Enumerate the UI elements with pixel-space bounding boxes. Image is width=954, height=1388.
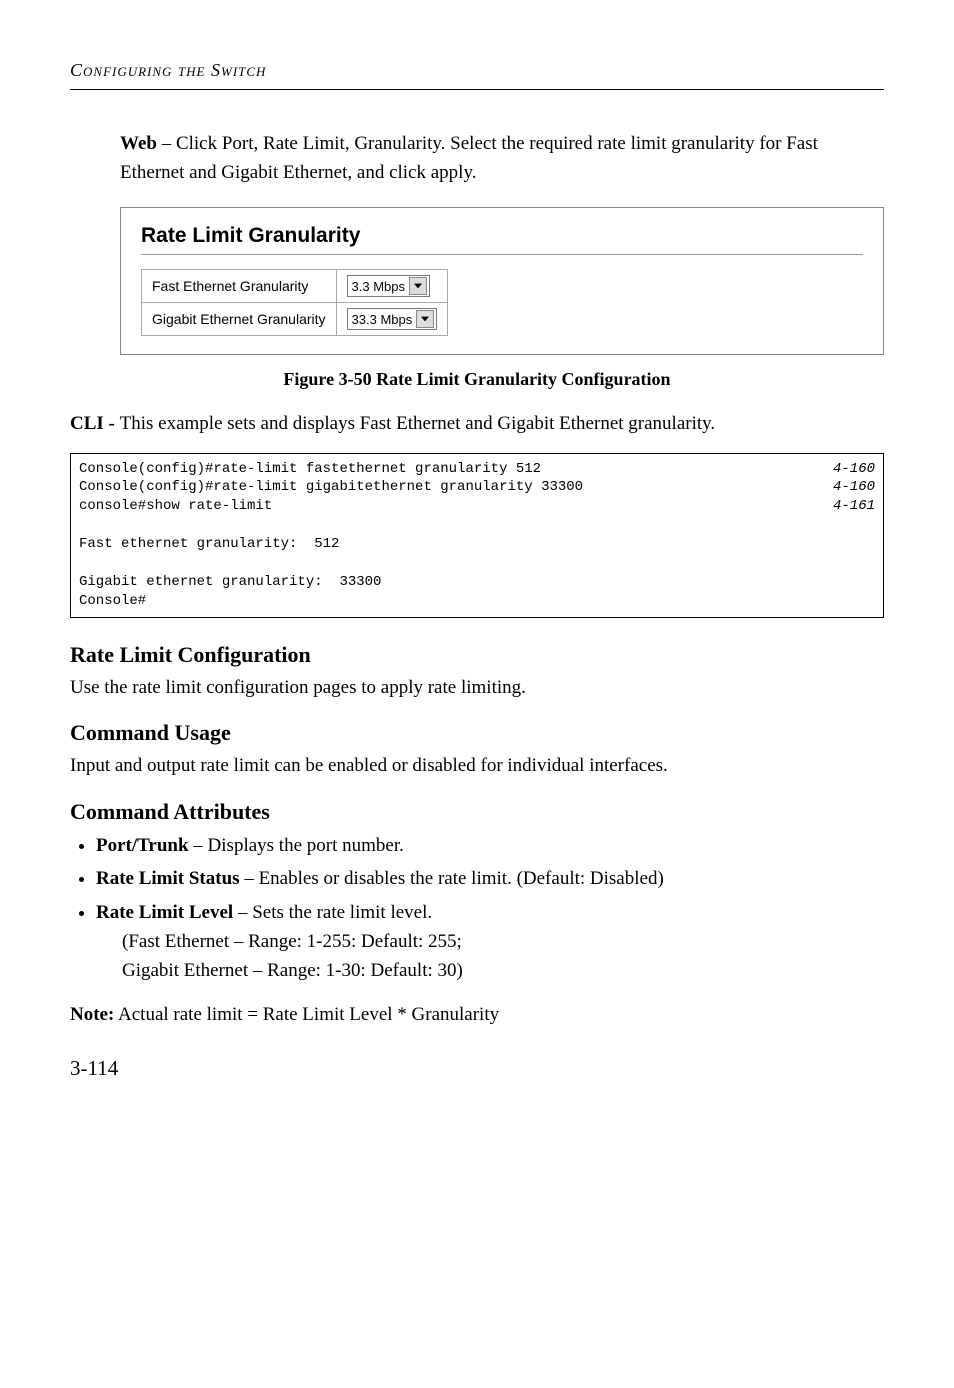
note-line: Note: Actual rate limit = Rate Limit Lev… (70, 1004, 884, 1026)
attr-desc: – Enables or disables the rate limit. (D… (240, 868, 664, 889)
list-item: Port/Trunk – Displays the port number. (96, 831, 884, 860)
attr-term: Rate Limit Level (96, 902, 233, 923)
attr-desc: – Displays the port number. (189, 835, 404, 856)
row-value-cell: 3.3 Mbps (336, 270, 448, 303)
web-label: Web (120, 133, 157, 154)
attr-term: Port/Trunk (96, 835, 189, 856)
row-label: Gigabit Ethernet Granularity (142, 303, 337, 336)
cli-label: CLI - (70, 413, 120, 434)
panel-title: Rate Limit Granularity (141, 224, 863, 248)
code-refs: 4-160 4-160 4-161 (833, 460, 875, 611)
intro-text: – Click Port, Rate Limit, Granularity. S… (120, 133, 818, 183)
chevron-down-icon (409, 277, 427, 295)
gigabit-ethernet-select[interactable]: 33.3 Mbps (347, 308, 438, 330)
attr-subline: (Fast Ethernet – Range: 1-255: Default: … (122, 927, 884, 956)
select-value: 3.3 Mbps (352, 279, 405, 294)
attr-subline: Gigabit Ethernet – Range: 1-30: Default:… (122, 956, 884, 985)
select-value: 33.3 Mbps (352, 312, 413, 327)
list-item: Rate Limit Status – Enables or disables … (96, 864, 884, 893)
figure-panel: Rate Limit Granularity Fast Ethernet Gra… (120, 207, 884, 355)
note-label: Note: (70, 1004, 114, 1025)
page-number: 3-114 (70, 1056, 884, 1081)
figure-caption: Figure 3-50 Rate Limit Granularity Confi… (70, 369, 884, 390)
cli-paragraph: CLI - This example sets and displays Fas… (70, 410, 884, 439)
granularity-table: Fast Ethernet Granularity 3.3 Mbps Gigab… (141, 269, 448, 336)
attributes-list: Port/Trunk – Displays the port number. R… (70, 831, 884, 986)
code-commands: Console(config)#rate-limit fastethernet … (79, 460, 583, 611)
heading-command-attributes: Command Attributes (70, 799, 884, 825)
note-text: Actual rate limit = Rate Limit Level * G… (114, 1004, 499, 1025)
heading-command-usage: Command Usage (70, 720, 884, 746)
cli-text: This example sets and displays Fast Ethe… (120, 413, 716, 434)
command-usage-body: Input and output rate limit can be enabl… (70, 752, 884, 781)
attr-desc: – Sets the rate limit level. (233, 902, 432, 923)
chevron-down-icon (416, 310, 434, 328)
row-value-cell: 33.3 Mbps (336, 303, 448, 336)
rate-limit-config-body: Use the rate limit configuration pages t… (70, 674, 884, 703)
attr-term: Rate Limit Status (96, 868, 240, 889)
section-header: Configuring the Switch (70, 60, 884, 90)
heading-rate-limit-config: Rate Limit Configuration (70, 642, 884, 668)
code-block: Console(config)#rate-limit fastethernet … (70, 453, 884, 618)
fast-ethernet-select[interactable]: 3.3 Mbps (347, 275, 430, 297)
intro-paragraph: Web – Click Port, Rate Limit, Granularit… (120, 130, 884, 187)
table-row: Fast Ethernet Granularity 3.3 Mbps (142, 270, 448, 303)
list-item: Rate Limit Level – Sets the rate limit l… (96, 898, 884, 986)
table-row: Gigabit Ethernet Granularity 33.3 Mbps (142, 303, 448, 336)
panel-divider (141, 254, 863, 255)
row-label: Fast Ethernet Granularity (142, 270, 337, 303)
section-title: Configuring the Switch (70, 60, 266, 80)
